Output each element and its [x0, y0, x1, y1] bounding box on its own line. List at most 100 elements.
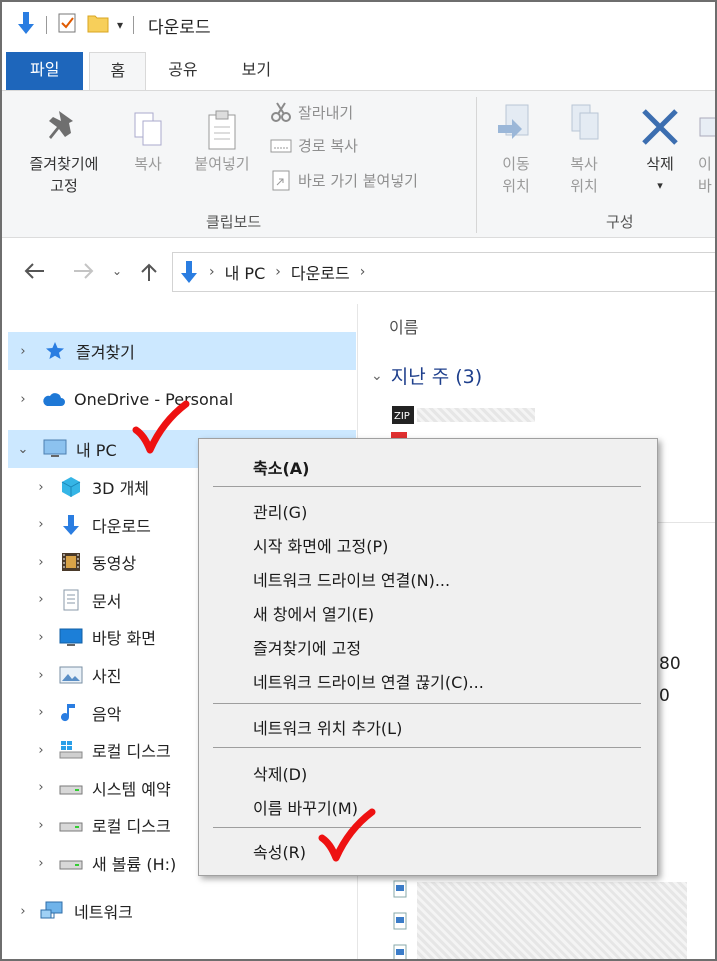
file-icon	[393, 912, 407, 934]
expand-chevron-icon[interactable]: ›	[16, 344, 30, 359]
paste-button[interactable]: 붙여넣기	[182, 109, 262, 175]
menu-item-add-network-location[interactable]: 네트워크 위치 추가(L)	[253, 715, 402, 739]
copy-path-button[interactable]: 경로 복사	[270, 135, 358, 156]
menu-item-properties[interactable]: 속성(R)	[253, 839, 306, 863]
context-menu: 축소(A) 관리(G) 시작 화면에 고정(P) 네트워크 드라이브 연결(N)…	[198, 438, 658, 876]
copy-button[interactable]: 복사	[124, 109, 172, 175]
group-header-last-week[interactable]: ⌄ 지난 주 (3)	[371, 362, 482, 389]
menu-separator	[213, 827, 641, 828]
menu-item-pin-to-quick-access[interactable]: 즐겨찾기에 고정	[253, 635, 361, 659]
delete-button[interactable]: 삭제 ▾	[630, 101, 690, 197]
navigation-bar: ⌄ › 내 PC › 다운로드 ›	[2, 238, 715, 304]
tree-label: 동영상	[92, 554, 137, 574]
file-icon	[393, 944, 407, 959]
tab-view[interactable]: 보기	[220, 52, 293, 90]
monitor-icon	[42, 438, 68, 460]
address-bar[interactable]: › 내 PC › 다운로드 ›	[172, 252, 715, 292]
expand-chevron-icon[interactable]: ›	[34, 705, 48, 720]
tree-label: 로컬 디스크	[92, 742, 171, 762]
expand-chevron-icon[interactable]: ›	[34, 592, 48, 607]
expand-chevron-icon[interactable]: ›	[34, 630, 48, 645]
expand-chevron-icon[interactable]: ›	[34, 555, 48, 570]
forward-arrow-icon[interactable]	[72, 262, 94, 285]
rename-button-partial[interactable]: 이 바	[698, 101, 715, 197]
recent-locations-chevron-icon[interactable]: ⌄	[112, 264, 122, 278]
window-title: 다운로드	[148, 17, 211, 38]
shortcut-icon	[272, 170, 290, 191]
move-to-label: 이동 위치	[502, 155, 530, 195]
move-to-button[interactable]: 이동 위치	[486, 101, 546, 197]
delete-x-icon	[630, 101, 690, 153]
ribbon-tabs: 파일 홈 공유 보기	[2, 52, 715, 90]
clipboard-icon	[182, 109, 262, 153]
explorer-window: ▾ 다운로드 파일 홈 공유 보기 즐겨찾기에 고정 복사 붙여넣기 잘라내기 …	[0, 0, 717, 961]
breadcrumb-downloads[interactable]: 다운로드	[291, 260, 350, 284]
column-header-name[interactable]: 이름	[389, 314, 418, 338]
cut-label: 잘라내기	[298, 103, 354, 122]
title-separator	[46, 16, 47, 34]
expand-chevron-icon[interactable]: ›	[34, 818, 48, 833]
tab-file[interactable]: 파일	[6, 52, 84, 90]
pin-label: 즐겨찾기에 고정	[29, 155, 99, 195]
properties-check-icon[interactable]	[57, 12, 77, 38]
menu-item-open-in-new-window[interactable]: 새 창에서 열기(E)	[253, 601, 374, 625]
menu-item-map-network-drive[interactable]: 네트워크 드라이브 연결(N)...	[253, 567, 450, 591]
tree-label: 새 볼륨 (H:)	[92, 855, 177, 874]
collapse-chevron-icon[interactable]: ⌄	[16, 442, 30, 457]
download-arrow-icon[interactable]	[16, 11, 36, 39]
tree-label: 사진	[92, 667, 122, 686]
menu-item-manage[interactable]: 관리(G)	[253, 499, 307, 523]
expand-chevron-icon[interactable]: ›	[34, 668, 48, 683]
paste-label: 붙여넣기	[194, 155, 250, 173]
annotation-check-icon-2	[318, 808, 376, 862]
pin-icon	[16, 109, 112, 153]
partial-size-value: 80	[659, 654, 681, 674]
copy-to-label: 복사 위치	[570, 155, 598, 195]
new-folder-icon[interactable]	[87, 13, 109, 37]
up-arrow-icon[interactable]	[140, 262, 158, 287]
back-arrow-icon[interactable]	[24, 262, 46, 285]
delete-dropdown-icon[interactable]: ▾	[630, 175, 690, 197]
expand-chevron-icon[interactable]: ›	[34, 517, 48, 532]
organize-group-label: 구성	[606, 213, 634, 231]
tree-item-network[interactable]: › 네트워크	[2, 892, 358, 930]
zip-file-icon[interactable]: ZIP	[391, 404, 415, 430]
document-icon	[58, 589, 84, 611]
expand-chevron-icon[interactable]: ›	[34, 743, 48, 758]
copy-label: 복사	[134, 155, 162, 173]
tree-item-quick-access[interactable]: › 즐겨찾기	[8, 332, 356, 370]
tree-label: 즐겨찾기	[76, 343, 135, 362]
expand-chevron-icon[interactable]: ›	[16, 904, 30, 919]
tab-share[interactable]: 공유	[146, 52, 219, 90]
copy-to-button[interactable]: 복사 위치	[554, 101, 614, 197]
move-to-icon	[486, 101, 546, 153]
expand-chevron-icon[interactable]: ›	[34, 480, 48, 495]
star-icon	[42, 340, 68, 362]
breadcrumb-chevron-icon: ›	[209, 264, 215, 280]
tree-label: 다운로드	[92, 516, 151, 536]
paste-shortcut-label: 바로 가기 붙여넣기	[298, 171, 418, 190]
menu-item-collapse[interactable]: 축소(A)	[253, 455, 309, 479]
group-collapse-chevron-icon[interactable]: ⌄	[371, 368, 383, 384]
expand-chevron-icon[interactable]: ›	[16, 392, 30, 407]
copy-to-icon	[554, 101, 614, 153]
expand-chevron-icon[interactable]: ›	[34, 780, 48, 795]
menu-item-disconnect-network-drive[interactable]: 네트워크 드라이브 연결 끊기(C)...	[253, 669, 484, 693]
pin-quick-access-button[interactable]: 즐겨찾기에 고정	[16, 109, 112, 197]
ribbon-separator	[476, 97, 477, 233]
tab-home[interactable]: 홈	[89, 52, 147, 90]
tree-label: 3D 개체	[92, 479, 150, 498]
menu-item-pin-to-start[interactable]: 시작 화면에 고정(P)	[253, 533, 388, 557]
copy-icon	[124, 109, 172, 153]
menu-item-delete[interactable]: 삭제(D)	[253, 761, 307, 785]
picture-icon	[58, 664, 84, 686]
rename-icon	[698, 101, 715, 153]
expand-chevron-icon[interactable]: ›	[34, 856, 48, 871]
breadcrumb-this-pc[interactable]: 내 PC	[225, 260, 266, 284]
download-icon	[58, 514, 84, 536]
paste-shortcut-button[interactable]: 바로 가기 붙여넣기	[270, 169, 418, 191]
menu-separator	[213, 747, 641, 748]
cloud-icon	[40, 388, 66, 410]
customize-dropdown-icon[interactable]: ▾	[117, 18, 123, 32]
cut-button[interactable]: 잘라내기	[270, 101, 353, 123]
